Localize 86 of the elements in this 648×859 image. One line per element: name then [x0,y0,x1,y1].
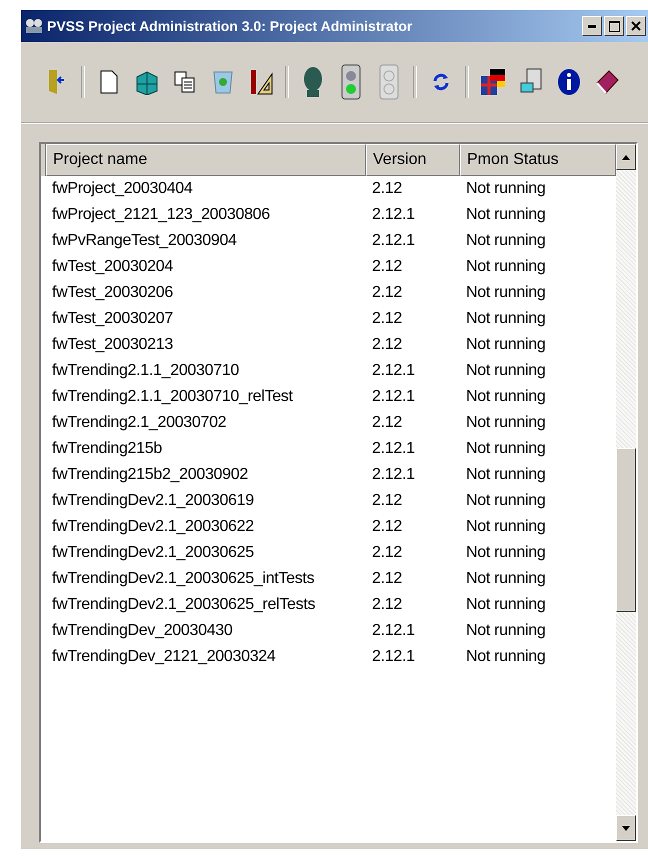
ruler-triangle-icon [248,68,274,96]
project-name-cell[interactable]: fwTrending2.1.1_20030710_relTest [45,384,365,410]
project-name-cell[interactable]: fwTrendingDev_2121_20030324 [45,644,365,670]
document-icon [100,70,118,94]
project-name-cell[interactable]: fwTrendingDev2.1_20030625_intTests [45,566,365,592]
project-name-cell[interactable]: fwTest_20030206 [45,280,365,306]
status-cell-text: Not running [465,465,546,485]
status-cell-text: Not running [465,309,546,329]
project-name-cell[interactable]: fwTest_20030207 [45,306,365,332]
info-icon [557,68,581,96]
project-name-cell[interactable]: fwTest_20030204 [45,254,365,280]
project-name-cell[interactable]: fwTest_20030213 [45,332,365,358]
minimize-button[interactable] [582,16,602,36]
version-cell-text: 2.12.1 [371,647,416,667]
maximize-icon [608,20,620,32]
project-name-cell[interactable]: fwTrending2.1_20030702 [45,410,365,436]
status-cell-text: Not running [465,569,546,589]
version-cell-text: 2.12.1 [371,439,416,459]
version-cell-text: 2.12 [371,179,403,199]
status-cell-text: Not running [465,205,546,225]
version-cell-text: 2.12 [371,517,403,537]
scroll-down-button[interactable] [616,815,636,841]
project-name-cell[interactable]: fwTrendingDev2.1_20030625_relTests [45,592,365,618]
minimize-icon [588,24,596,28]
scroll-up-button[interactable] [616,144,636,170]
version-cell-text: 2.12.1 [371,621,416,641]
version-cell-text: 2.12 [371,257,403,277]
version-cell-text: 2.12 [371,543,403,563]
version-cell-text: 2.12 [371,491,403,511]
status-cell-text: Not running [465,491,546,511]
version-cell-text: 2.12.1 [371,205,416,225]
status-cell-text: Not running [465,361,546,381]
version-cell-text: 2.12 [371,413,403,433]
maximize-button[interactable] [604,16,624,36]
up-arrow-icon [622,154,630,160]
status-cell-text: Not running [465,647,546,667]
project-name-cell[interactable]: fwTrending215b [45,436,365,462]
column-header[interactable]: Version [366,144,460,176]
project-name-cell[interactable]: fwProject_20030404 [45,176,365,202]
window-title: PVSS Project Administration 3.0: Project Administrator [47,18,414,34]
status-cell-text: Not running [465,543,546,563]
status-cell-text: Not running [465,179,546,199]
close-button[interactable] [626,16,646,36]
project-name-cell[interactable]: fwTrending2.1.1_20030710 [45,358,365,384]
status-cell-text: Not running [465,283,546,303]
version-cell-text: 2.12.1 [371,465,416,485]
close-icon [631,21,641,31]
status-cell-text: Not running [465,595,546,615]
project-name-cell[interactable]: fwTrendingDev_20030430 [45,618,365,644]
project-name-cell[interactable]: fwTrendingDev2.1_20030619 [45,488,365,514]
status-cell-text: Not running [465,413,546,433]
traffic-light-icon [341,64,361,100]
copy-icon [174,71,196,93]
book-icon [595,69,619,95]
down-arrow-icon [622,826,630,830]
status-cell-text: Not running [465,387,546,407]
status-cell-text: Not running [465,257,546,277]
version-cell-text: 2.12 [371,335,403,355]
version-cell-text: 2.12.1 [371,387,416,407]
refresh-icon [431,71,451,93]
column-header[interactable]: Pmon Status [460,144,616,176]
column-header[interactable]: Project name [46,144,366,176]
head-icon [302,66,324,98]
status-cell-text: Not running [465,231,546,251]
project-name-cell[interactable]: fwPvRangeTest_20030904 [45,228,365,254]
flags-icon [480,68,506,96]
status-cell-text: Not running [465,621,546,641]
project-name-cell[interactable]: fwTrending215b2_20030902 [45,462,365,488]
project-name-cell[interactable]: fwTrendingDev2.1_20030625 [45,540,365,566]
version-cell-text: 2.12 [371,309,403,329]
status-cell-text: Not running [465,517,546,537]
version-cell-text: 2.12 [371,569,403,589]
project-name-cell[interactable]: fwTrendingDev2.1_20030622 [45,514,365,540]
version-cell-text: 2.12 [371,595,403,615]
project-name-cell[interactable]: fwProject_2121_123_20030806 [45,202,365,228]
status-cell-text: Not running [465,335,546,355]
status-cell-text: Not running [465,439,546,459]
scrollbar[interactable] [616,144,636,841]
version-cell-text: 2.12 [371,283,403,303]
version-cell-text: 2.12.1 [371,361,416,381]
traffic-light-icon [379,64,399,100]
recycle-bin-icon [212,69,234,95]
app-icon [25,18,43,34]
version-cell-text: 2.12.1 [371,231,416,251]
scroll-thumb[interactable] [616,448,636,612]
blocks-icon [135,69,159,95]
